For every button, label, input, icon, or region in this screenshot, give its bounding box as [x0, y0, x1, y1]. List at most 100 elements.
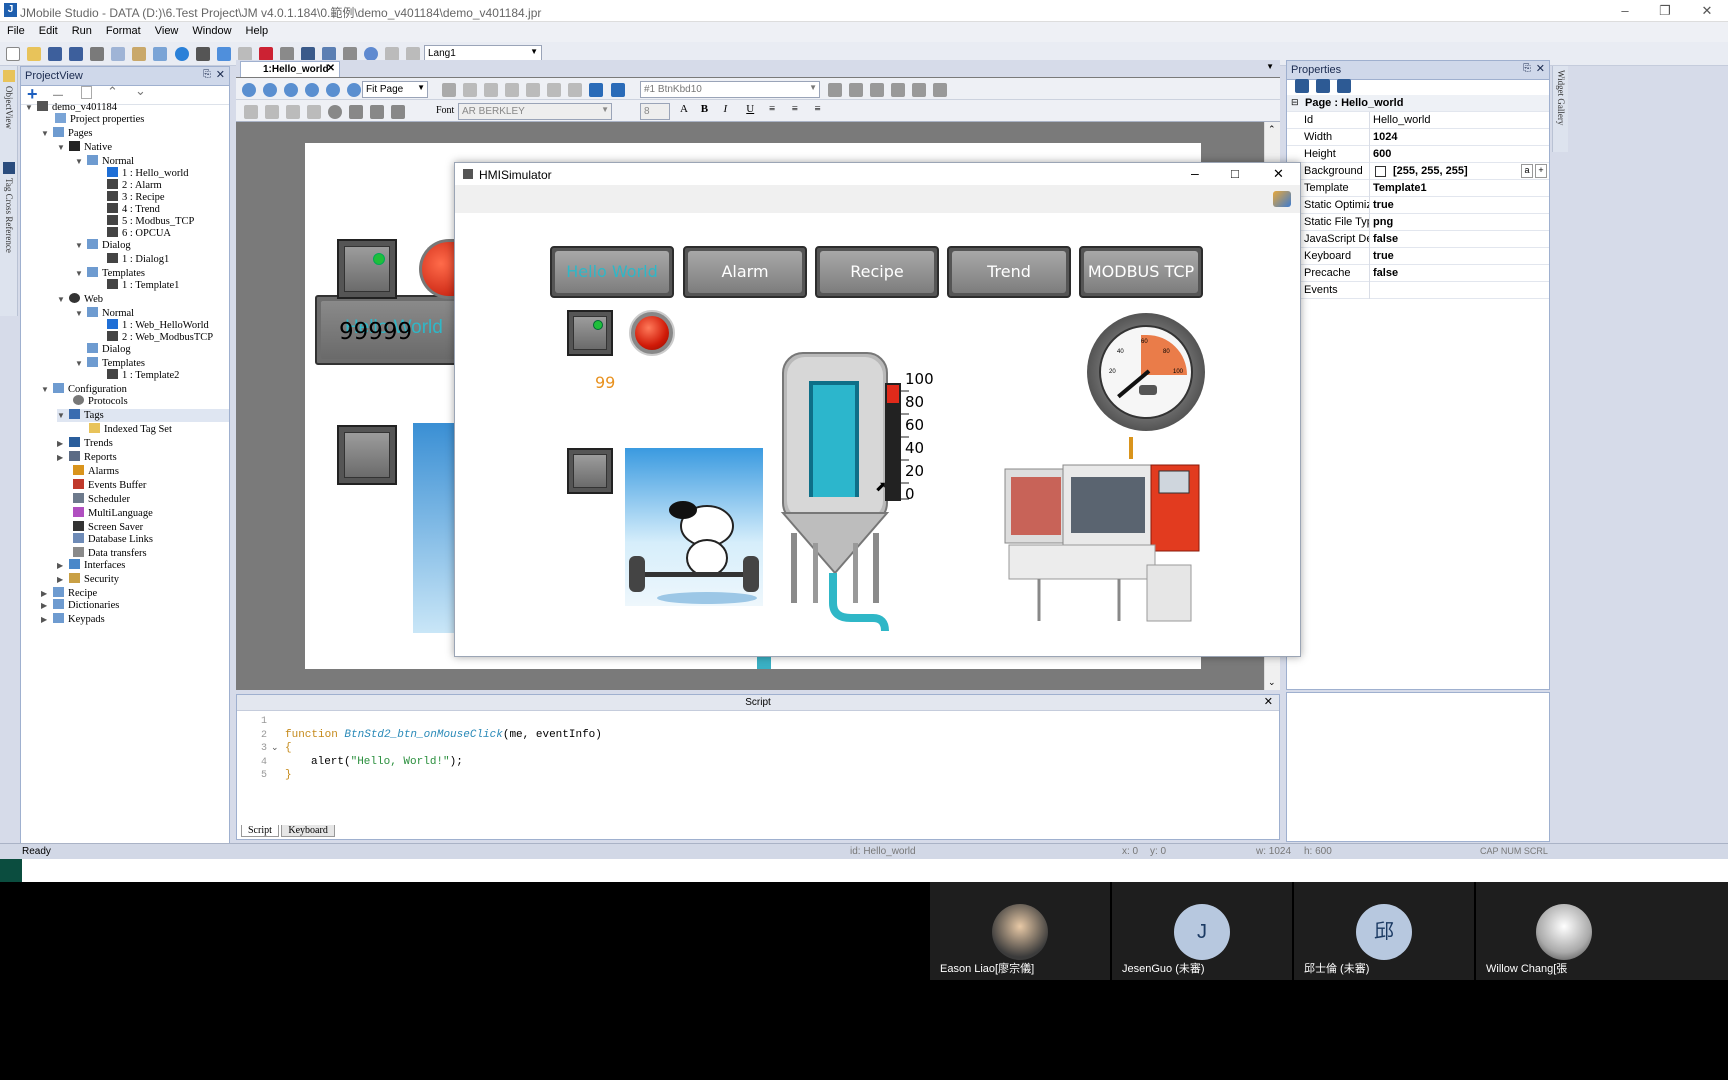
participant-tile[interactable]: Eason Liao[廖宗儀] [930, 882, 1110, 980]
tree-item-security[interactable]: ▶ Security [57, 573, 119, 586]
printer-icon[interactable] [343, 47, 357, 61]
rotate-icon[interactable] [526, 83, 541, 97]
tree-item-database-links[interactable]: Database Links [73, 533, 153, 546]
prop-row-background[interactable]: Background [255, 255, 255] a + [1287, 163, 1549, 180]
run-icon[interactable] [216, 47, 231, 61]
canvas-square-button[interactable] [337, 425, 397, 485]
prop-row-static-optimization[interactable]: Static Optimizatrue [1287, 197, 1549, 214]
menu-format[interactable]: Format [99, 22, 148, 40]
new-icon[interactable] [6, 47, 20, 61]
prop-row-precache[interactable]: Precache false [1287, 265, 1549, 282]
style-icon[interactable] [370, 105, 385, 119]
save-all-icon[interactable] [69, 47, 84, 61]
zoom-out-icon[interactable] [263, 83, 278, 97]
collapse-icon[interactable]: ⊟ [1291, 97, 1299, 108]
help-icon[interactable] [364, 47, 379, 61]
download-icon[interactable] [153, 47, 168, 61]
close-button[interactable]: ✕ [1692, 2, 1722, 20]
send-back-icon[interactable] [610, 83, 625, 97]
flip-icon[interactable] [547, 83, 562, 97]
tree-item-scheduler[interactable]: Scheduler [73, 493, 130, 506]
close-panel-icon[interactable]: ✕ [1536, 62, 1545, 75]
prop-row-id[interactable]: Id Hello_world [1287, 112, 1549, 129]
objectview-tab[interactable]: ObjectView [4, 86, 14, 129]
minimize-button[interactable]: – [1191, 165, 1199, 181]
tree-item-project-properties[interactable]: Project properties [55, 113, 144, 126]
sim-nav-recipe[interactable]: Recipe [815, 246, 939, 298]
pin-icon[interactable]: ⎘ [1523, 63, 1531, 74]
zoom-fit-icon[interactable] [284, 83, 299, 97]
zoom-width-icon[interactable] [305, 83, 320, 97]
fill-icon[interactable] [286, 105, 301, 119]
align-text-center-icon[interactable]: ≡ [792, 103, 812, 115]
menu-help[interactable]: Help [239, 22, 276, 40]
tree-item-protocols[interactable]: Protocols [73, 395, 128, 408]
tag-cross-reference-tab[interactable]: Tag Cross Reference [4, 178, 14, 253]
grid-toggle-icon[interactable] [244, 105, 258, 119]
tag-link-icon[interactable] [391, 105, 406, 119]
tree-item-dictionaries[interactable]: ▶ Dictionaries [41, 599, 119, 612]
line-icon[interactable] [307, 105, 322, 119]
settings-tools-icon[interactable] [1273, 191, 1291, 207]
participant-tile[interactable]: 邱 邱士倫 (未審) [1294, 882, 1474, 980]
tab-script[interactable]: Script [241, 825, 279, 837]
tab-keyboard[interactable]: Keyboard [281, 825, 335, 837]
maximize-button[interactable]: □ [1231, 166, 1239, 181]
table-icon[interactable] [505, 83, 520, 97]
refresh-icon[interactable] [347, 83, 362, 97]
alphabetical-icon[interactable] [1316, 79, 1331, 93]
categorized-icon[interactable] [1295, 79, 1309, 93]
font-size-select[interactable]: 8 [640, 103, 670, 120]
sim-nav-modbus-tcp[interactable]: MODBUS TCP [1079, 246, 1203, 298]
tree-item-interfaces[interactable]: ▶ Interfaces [57, 559, 125, 572]
delete-icon[interactable] [442, 83, 456, 97]
image-icon[interactable] [349, 105, 364, 119]
tab-list-icon[interactable]: ▼ [1266, 62, 1274, 71]
participant-tile[interactable]: Willow Chang[張 [1476, 882, 1728, 980]
underline-icon[interactable]: U [746, 103, 766, 115]
tree-item-template2[interactable]: 1 : Template2 [107, 369, 179, 382]
prop-row-events[interactable]: Events [1287, 282, 1549, 299]
align-left-icon[interactable] [828, 83, 842, 97]
tree-item-native[interactable]: ▼ Native [57, 141, 112, 154]
zoom-100-icon[interactable] [326, 83, 341, 97]
sim-square-button[interactable] [567, 448, 613, 494]
tree-item-native-dialog[interactable]: ▼ Dialog [75, 239, 131, 252]
align-text-right-icon[interactable]: ≡ [815, 103, 835, 115]
color-swatch[interactable] [1375, 166, 1386, 177]
paste-icon[interactable] [132, 47, 147, 61]
prop-row-javascript-debug[interactable]: JavaScript Debfalse [1287, 231, 1549, 248]
tree-item-keypads[interactable]: ▶ Keypads [41, 613, 105, 626]
menu-view[interactable]: View [148, 22, 186, 40]
tree-item-dialog1[interactable]: 1 : Dialog1 [107, 253, 169, 266]
prop-row-template[interactable]: Template Template1 [1287, 180, 1549, 197]
warning-icon[interactable] [933, 83, 948, 97]
spacing-icon[interactable] [891, 83, 906, 97]
zoom-select[interactable]: Fit Page ▼ [362, 81, 428, 98]
close-button[interactable]: ✕ [1273, 166, 1284, 182]
info-icon[interactable] [328, 105, 343, 119]
save-icon[interactable] [48, 47, 63, 61]
zoom-in-icon[interactable] [242, 83, 256, 97]
font-select[interactable]: AR BERKLEY ▼ [458, 103, 612, 120]
fold-icon[interactable]: ⌄ [271, 742, 279, 753]
tree-item-pages[interactable]: ▼ Pages [41, 127, 93, 140]
tree-item-web[interactable]: ▼ Web [57, 293, 103, 306]
doc-tab-hello-world[interactable]: 1:Hello_world ✕ [240, 61, 340, 77]
stop-icon[interactable] [237, 47, 252, 61]
widget-gallery-side-tab[interactable]: Widget Gallery [1552, 66, 1568, 152]
arrange-icon[interactable] [568, 83, 583, 97]
menu-run[interactable]: Run [65, 22, 99, 40]
sim-nav-alarm[interactable]: Alarm [683, 246, 807, 298]
tree-item-tags[interactable]: ▼ Tags [57, 409, 229, 422]
tree-item-events-buffer[interactable]: Events Buffer [73, 479, 146, 492]
cut-icon[interactable] [90, 47, 105, 61]
font-color-icon[interactable]: A [680, 103, 698, 115]
tools-icon[interactable] [195, 47, 210, 61]
validate-icon[interactable] [174, 47, 189, 61]
snap-icon[interactable] [265, 105, 280, 119]
redo-icon[interactable] [406, 47, 421, 61]
undo-icon[interactable] [385, 47, 400, 61]
sim-nav-hello-world[interactable]: Hello World [550, 246, 674, 298]
bold-icon[interactable]: B [701, 103, 721, 115]
